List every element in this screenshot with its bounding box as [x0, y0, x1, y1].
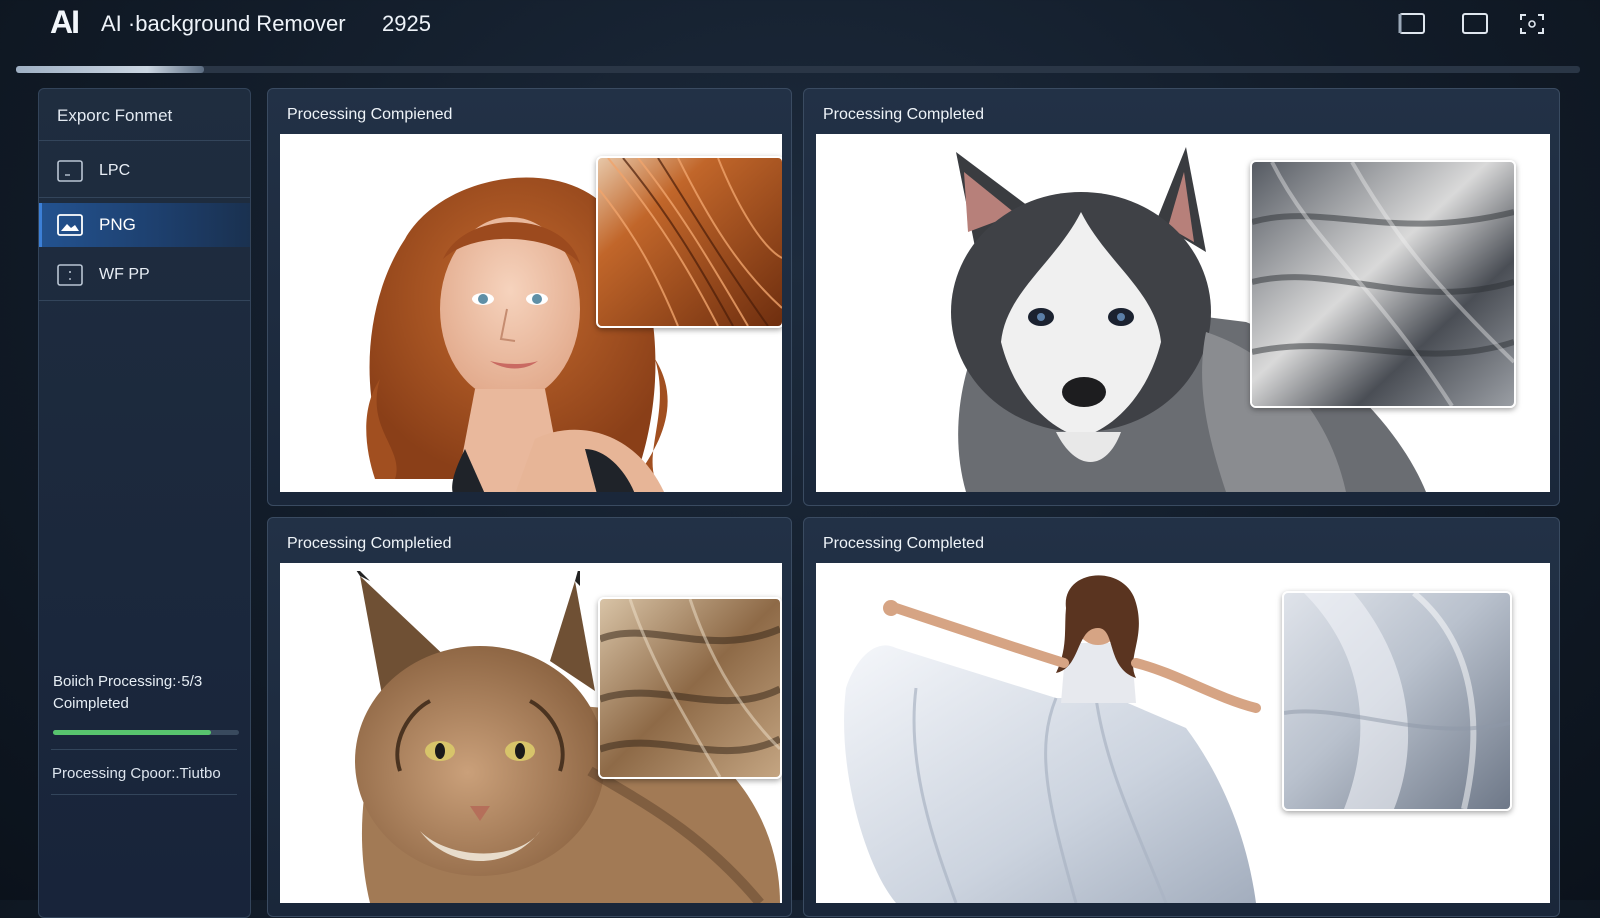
divider — [51, 794, 237, 795]
format-label: LPC — [99, 162, 131, 179]
image-file-icon — [57, 160, 83, 182]
app-version: 2925 — [382, 11, 431, 36]
batch-status-label: Boiich Processing:·5/3 Coimpleted — [53, 673, 203, 712]
result-card-1[interactable]: Processing Compiened — [267, 88, 792, 506]
format-option-wfpp[interactable]: WF PP — [39, 253, 250, 297]
fullscreen-icon — [1520, 14, 1544, 34]
window-maximize-icon — [1462, 13, 1488, 34]
export-format-title: Exporc Fonmet — [57, 106, 173, 125]
result-image-husky[interactable] — [816, 134, 1550, 492]
title-bar: AI AI ·background Remover 2925 — [0, 0, 1600, 50]
batch-progress-fill — [53, 730, 212, 735]
export-format-panel: Exporc Fonmet LPC PNG WF PP Boiich Proce… — [38, 88, 251, 918]
divider — [39, 197, 250, 198]
window-minimize-button[interactable] — [1397, 11, 1427, 37]
fur-closeup-inset — [1250, 160, 1516, 408]
overall-progress-bar — [16, 66, 1580, 73]
format-label: PNG — [99, 215, 136, 234]
format-option-lpc[interactable]: LPC — [39, 149, 250, 193]
card-status-title: Processing Completied — [287, 535, 452, 552]
batch-progress-bar — [53, 730, 239, 735]
result-image-dress[interactable] — [816, 563, 1550, 903]
divider — [39, 140, 250, 141]
window-maximize-button[interactable] — [1460, 11, 1490, 37]
card-status-title: Processing Compiened — [287, 106, 453, 123]
overall-progress-fill — [16, 66, 204, 73]
woman-in-white-dress-cutout — [836, 568, 1296, 903]
result-card-4[interactable]: Processing Completed — [803, 517, 1560, 917]
window-minimize-icon — [1398, 13, 1425, 34]
result-image-woman[interactable] — [280, 134, 782, 492]
result-card-2[interactable]: Processing Completed — [803, 88, 1560, 506]
processing-speed-label: Processing Cpoor:.Tiutbo — [52, 765, 221, 782]
image-file-icon — [57, 264, 83, 286]
result-card-3[interactable]: Processing Completied — [267, 517, 792, 917]
result-image-lynx[interactable] — [280, 563, 782, 903]
divider — [51, 749, 237, 750]
fullscreen-button[interactable] — [1517, 11, 1547, 37]
format-label: WF PP — [99, 266, 150, 283]
hair-closeup-inset — [596, 156, 782, 328]
card-status-title: Processing Completed — [823, 106, 984, 123]
image-file-icon — [57, 214, 83, 236]
fabric-closeup-inset — [1282, 591, 1512, 811]
app-title: AI ·background Remover — [101, 11, 346, 36]
lynx-fur-closeup-inset — [598, 597, 782, 779]
card-status-title: Processing Completed — [823, 535, 984, 552]
app-logo: AI — [50, 4, 80, 40]
divider — [39, 300, 250, 301]
format-option-png[interactable]: PNG — [39, 203, 250, 247]
